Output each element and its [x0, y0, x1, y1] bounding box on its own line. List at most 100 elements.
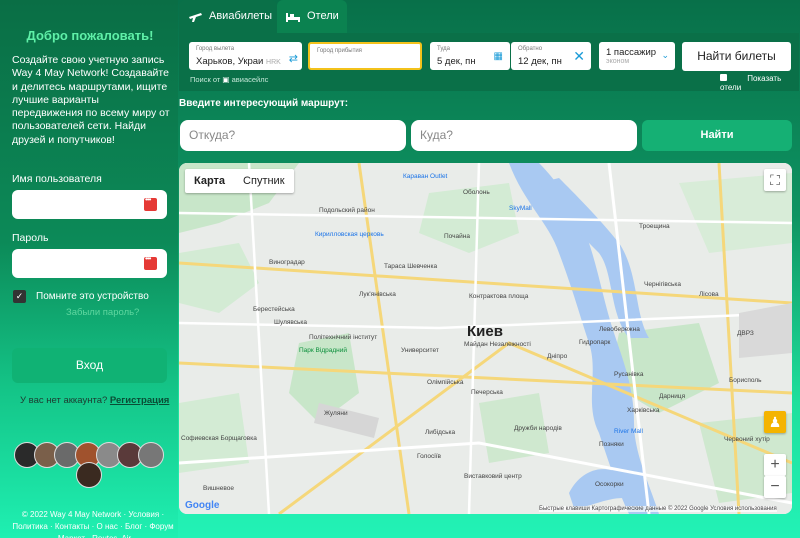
- map-label: Берестейська: [253, 306, 295, 313]
- app-root: Добро пожаловать! Создайте свою учетную …: [0, 0, 800, 538]
- map-label: Червоний хутір: [724, 436, 770, 443]
- tab-hotels-label: Отели: [307, 10, 339, 22]
- map-label: Кирилловская церковь: [315, 231, 384, 238]
- auth-sidebar: Добро пожаловать! Создайте свою учетную …: [0, 0, 178, 538]
- origin-small-label: Город вылета: [196, 46, 235, 52]
- map-footer[interactable]: Быстрые клавиши Картографические данные …: [539, 506, 777, 512]
- calendar-icon: ▦: [493, 51, 503, 62]
- login-button[interactable]: Вход: [12, 348, 167, 383]
- map-label: Либідська: [425, 429, 456, 436]
- return-date-field[interactable]: Обратно 12 дек, пн ✕: [511, 42, 591, 70]
- destination-field[interactable]: Город прибытия: [308, 42, 422, 70]
- powered-label: Поиск от: [190, 75, 221, 84]
- tab-hotels[interactable]: Отели: [277, 0, 347, 33]
- route-from-input[interactable]: Откуда?: [180, 120, 406, 151]
- tab-flights[interactable]: Авиабилеты: [179, 0, 277, 33]
- username-label: Имя пользователя: [12, 173, 102, 185]
- class-value: эконом: [606, 58, 630, 65]
- map-label: Майдан Незалежності: [464, 341, 531, 348]
- password-manager-icon[interactable]: [144, 254, 157, 270]
- map-label: Русанівка: [614, 371, 644, 378]
- map-label: Виставковий центр: [464, 473, 522, 480]
- powered-by: Поиск от ▣ авиасейлс: [190, 75, 268, 84]
- route-to-input[interactable]: Куда?: [411, 120, 637, 151]
- show-hotels-label-a: Показать: [747, 74, 782, 83]
- welcome-heading: Добро пожаловать!: [26, 28, 154, 43]
- find-tickets-button[interactable]: Найти билеты: [682, 42, 791, 71]
- bed-icon: [286, 13, 300, 22]
- map-view[interactable]: Карта Спутник ⛶ ♟ + − Киев Google Быстрые…: [179, 163, 792, 514]
- avatar[interactable]: [138, 442, 164, 468]
- map-label: Левобережна: [599, 326, 640, 333]
- street-view-icon[interactable]: ♟: [764, 411, 786, 433]
- map-label: Почайна: [444, 233, 470, 240]
- map-label: ДВРЗ: [737, 330, 754, 337]
- map-label: Троещина: [639, 223, 670, 230]
- origin-field[interactable]: Город вылета Харьков, Украи HRK ⇄: [189, 42, 302, 70]
- map-label: Караван Outlet: [403, 173, 448, 180]
- passengers-value: 1 пассажир: [606, 47, 657, 58]
- map-label: Політехнічний інститут: [309, 334, 378, 341]
- zoom-out-button[interactable]: −: [764, 476, 786, 498]
- map-label: SkyMall: [509, 205, 532, 212]
- forgot-password-link[interactable]: Забыли пароль?: [66, 307, 139, 318]
- password-manager-icon[interactable]: [144, 195, 157, 211]
- tab-satellite[interactable]: Спутник: [234, 169, 293, 193]
- airplane-icon: [189, 13, 202, 22]
- avatar[interactable]: [76, 462, 102, 488]
- tab-map[interactable]: Карта: [185, 169, 234, 193]
- return-small-label: Обратно: [518, 46, 543, 52]
- map-label: Осокорки: [595, 481, 624, 488]
- map-label: Университет: [401, 347, 439, 354]
- map-label: Контрактова площа: [469, 293, 529, 300]
- map-label: Чернігівська: [644, 281, 682, 288]
- depart-small-label: Туда: [437, 46, 450, 52]
- remember-checkbox[interactable]: ✓: [13, 290, 26, 303]
- checkbox-box[interactable]: [720, 74, 727, 81]
- fullscreen-icon[interactable]: ⛶: [764, 169, 786, 191]
- footer-links[interactable]: © 2022 Way 4 May Network · Условия · Пол…: [12, 509, 174, 538]
- map-label: Голосіїв: [417, 453, 441, 460]
- map-label: Лісова: [699, 291, 719, 298]
- origin-value: Харьков, Украи HRK: [196, 56, 281, 67]
- map-label: Олімпійська: [427, 379, 464, 386]
- clear-icon[interactable]: ✕: [573, 48, 585, 65]
- map-label: Парк Відрадний: [299, 347, 347, 354]
- map-label: Тараса Шевченка: [384, 263, 438, 270]
- show-hotels-checkbox[interactable]: Показать отели: [720, 74, 781, 92]
- map-label: River Mall: [614, 428, 643, 435]
- map-label: Шулявська: [274, 319, 307, 326]
- intro-text: Создайте свою учетную запись Way 4 May N…: [12, 54, 170, 146]
- zoom-in-button[interactable]: +: [764, 454, 786, 476]
- map-label: Позняки: [599, 441, 624, 448]
- password-input[interactable]: [12, 249, 167, 278]
- register-link[interactable]: Регистрация: [110, 395, 169, 406]
- depart-date-field[interactable]: Туда 5 дек, пн ▦: [430, 42, 510, 70]
- map-label: Жуляни: [324, 410, 348, 417]
- map-type-toggle: Карта Спутник: [185, 169, 294, 193]
- map-label: Лук'янівська: [359, 291, 396, 298]
- route-find-button[interactable]: Найти: [642, 120, 792, 151]
- origin-code: HRK: [266, 59, 281, 66]
- map-label: Печерська: [471, 389, 503, 396]
- route-heading: Введите интересующий маршрут:: [179, 98, 349, 109]
- map-label: Оболонь: [463, 189, 490, 196]
- map-label: Подольский район: [319, 207, 375, 214]
- origin-city: Харьков, Украи: [196, 56, 264, 67]
- tab-flights-label: Авиабилеты: [209, 10, 273, 22]
- map-label: Дніпро: [547, 353, 568, 360]
- password-label: Пароль: [12, 232, 49, 244]
- passengers-field[interactable]: 1 пассажир эконом ⌄: [599, 42, 675, 70]
- no-account-text: У вас нет аккаунта? Регистрация: [20, 395, 169, 406]
- map-label: Виноградар: [269, 259, 305, 266]
- depart-value: 5 дек, пн: [437, 56, 476, 67]
- destination-small-label: Город прибытия: [317, 48, 362, 54]
- return-value: 12 дек, пн: [518, 56, 562, 67]
- swap-icon[interactable]: ⇄: [289, 52, 298, 65]
- map-label: Харківська: [627, 407, 660, 414]
- powered-brand: авиасейлс: [231, 75, 269, 84]
- google-logo: Google: [185, 500, 220, 511]
- no-account-label: У вас нет аккаунта?: [20, 395, 108, 406]
- username-input[interactable]: [12, 190, 167, 219]
- map-label: Гидропарк: [579, 339, 611, 346]
